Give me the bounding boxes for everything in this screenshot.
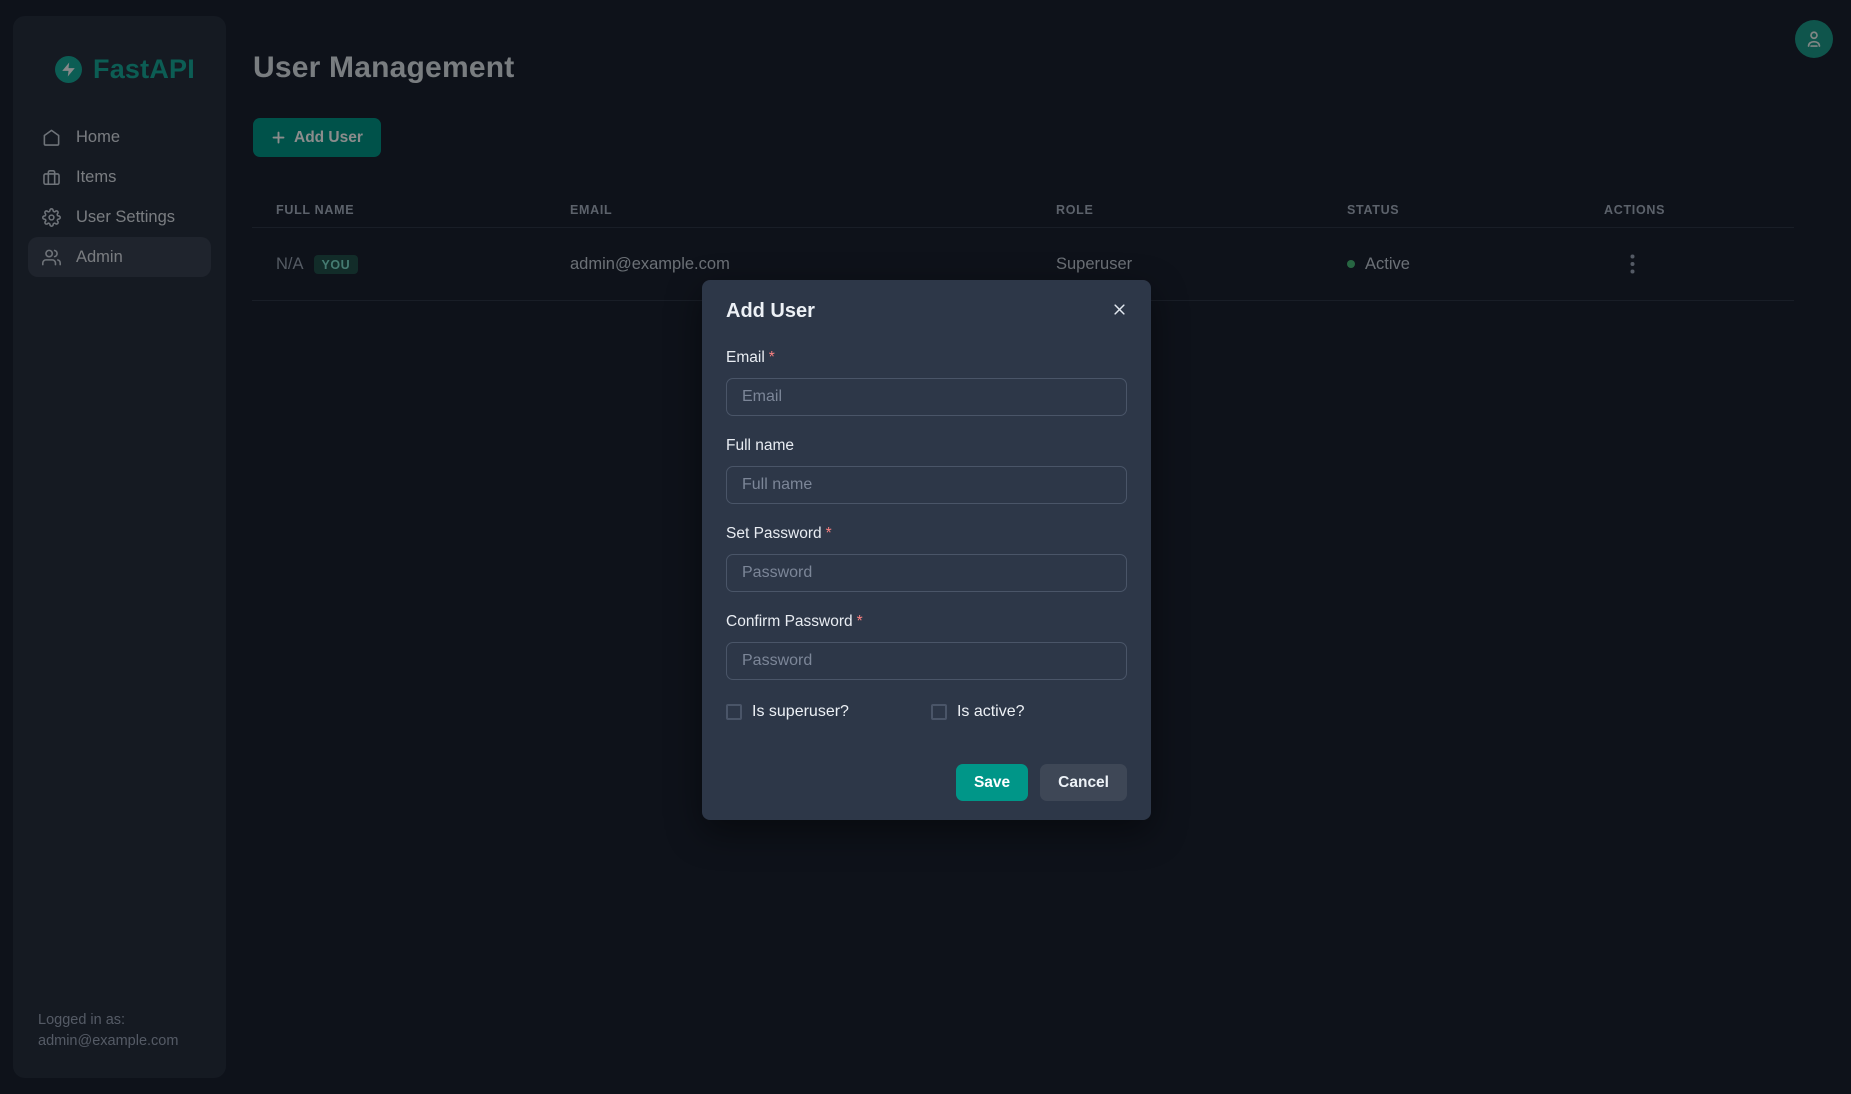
full-name-field-group: Full name <box>726 436 1127 504</box>
modal-title: Add User <box>726 298 815 324</box>
required-marker: * <box>857 613 863 630</box>
cancel-button[interactable]: Cancel <box>1040 764 1127 801</box>
is-active-checkbox[interactable] <box>931 704 947 720</box>
confirm-password-label: Confirm Password* <box>726 612 1127 631</box>
confirm-password-field[interactable] <box>726 642 1127 680</box>
is-superuser-checkbox[interactable] <box>726 704 742 720</box>
set-password-field-group: Set Password* <box>726 524 1127 592</box>
add-user-modal: Add User Email* Full name Set Password* … <box>702 280 1151 820</box>
modal-header: Add User <box>702 280 1151 324</box>
is-superuser-group: Is superuser? <box>726 703 849 721</box>
close-button[interactable] <box>1106 296 1133 323</box>
email-field[interactable] <box>726 378 1127 416</box>
modal-body: Email* Full name Set Password* Confirm P… <box>702 348 1151 721</box>
set-password-field[interactable] <box>726 554 1127 592</box>
is-active-label[interactable]: Is active? <box>957 703 1025 721</box>
set-password-label: Set Password* <box>726 524 1127 543</box>
save-button[interactable]: Save <box>956 764 1028 801</box>
full-name-label: Full name <box>726 436 1127 455</box>
is-active-group: Is active? <box>931 703 1025 721</box>
required-marker: * <box>826 525 832 542</box>
email-label: Email* <box>726 348 1127 367</box>
email-field-group: Email* <box>726 348 1127 416</box>
full-name-field[interactable] <box>726 466 1127 504</box>
confirm-password-field-group: Confirm Password* <box>726 612 1127 680</box>
modal-footer: Save Cancel <box>702 764 1151 820</box>
required-marker: * <box>769 349 775 366</box>
close-icon <box>1112 302 1127 317</box>
is-superuser-label[interactable]: Is superuser? <box>752 703 849 721</box>
checkbox-row: Is superuser? Is active? <box>726 703 1127 721</box>
